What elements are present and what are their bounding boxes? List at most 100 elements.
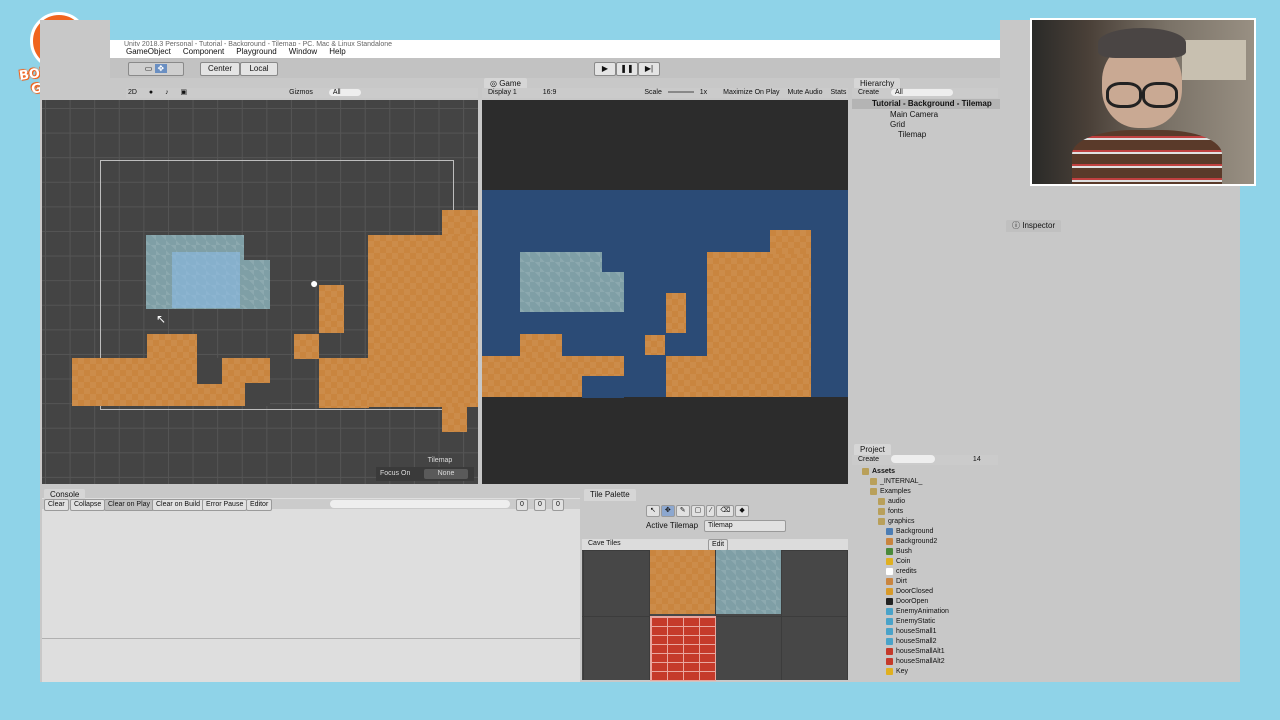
- menu-component[interactable]: Component: [183, 46, 224, 58]
- project-item[interactable]: houseSmall2: [886, 638, 936, 645]
- project-item-assets[interactable]: Assets: [862, 468, 895, 475]
- hierarchy-search[interactable]: All: [890, 89, 953, 96]
- project-item[interactable]: EnemyStatic: [886, 618, 935, 625]
- hierarchy-create-button[interactable]: Create: [858, 89, 879, 96]
- console-warning-count[interactable]: 0: [534, 499, 546, 511]
- palette-dirt-tile[interactable]: [650, 550, 715, 614]
- pivot-local-button[interactable]: Local: [240, 62, 278, 76]
- transform-tools[interactable]: ▭ ✥: [128, 62, 184, 76]
- pause-button[interactable]: ❚❚: [616, 62, 638, 76]
- rect-tool-icon[interactable]: ▭: [145, 64, 153, 73]
- tab-inspector[interactable]: ⓘ Inspector: [1006, 220, 1062, 232]
- console-editor-dropdown[interactable]: Editor: [246, 499, 273, 511]
- project-item-label: audio: [888, 498, 906, 505]
- audio-icon[interactable]: ♪: [165, 89, 169, 96]
- project-item[interactable]: DoorOpen: [886, 598, 928, 605]
- move-tool-icon[interactable]: ✥: [660, 505, 675, 517]
- sprite-icon: [886, 638, 893, 645]
- palette-ice-tile[interactable]: [716, 550, 781, 614]
- game-dirt-tile: [666, 356, 708, 397]
- hierarchy-item-grid[interactable]: Grid: [890, 120, 905, 129]
- project-item-label: Dirt: [896, 578, 907, 585]
- project-item[interactable]: Background2: [886, 538, 937, 545]
- effects-icon[interactable]: ▣: [181, 89, 188, 96]
- tilemap-label: Tilemap: [427, 457, 453, 464]
- box-fill-tool-icon[interactable]: ▢: [690, 505, 706, 517]
- console-error-pause-button[interactable]: Error Pause: [202, 499, 248, 511]
- project-item[interactable]: Dirt: [886, 578, 907, 585]
- project-item[interactable]: graphics: [878, 518, 914, 525]
- scale-slider[interactable]: [667, 91, 694, 94]
- lighting-icon[interactable]: ●: [149, 89, 153, 96]
- project-search[interactable]: [890, 455, 935, 464]
- mute-audio-toggle[interactable]: Mute Audio: [787, 89, 822, 96]
- project-item-label: EnemyAnimation: [896, 608, 949, 615]
- console-error-count[interactable]: 0: [552, 499, 564, 511]
- scene-view[interactable]: ● ↖ Tilemap Focus On None: [42, 100, 478, 484]
- picker-tool-icon[interactable]: ⁄: [706, 505, 716, 517]
- fill-tool-icon[interactable]: ◆: [735, 505, 749, 517]
- menu-gameobject[interactable]: GameObject: [126, 46, 171, 58]
- scene-search[interactable]: All: [328, 89, 361, 96]
- select-tool-icon[interactable]: ↖: [646, 505, 660, 517]
- menu-help[interactable]: Help: [329, 46, 345, 58]
- project-toolbar: Create 14: [852, 455, 998, 465]
- console-clear-button[interactable]: Clear: [44, 499, 69, 511]
- game-view[interactable]: [482, 100, 848, 484]
- 2d-toggle[interactable]: 2D: [128, 89, 137, 96]
- sprite-icon: [886, 558, 893, 565]
- eraser-tool-icon[interactable]: ⌫: [716, 505, 735, 517]
- display-dropdown[interactable]: Display 1: [488, 89, 517, 96]
- project-item[interactable]: DoorClosed: [886, 588, 933, 595]
- project-item[interactable]: _INTERNAL_: [870, 478, 922, 485]
- project-item[interactable]: credits: [886, 568, 917, 575]
- project-item[interactable]: fonts: [878, 508, 903, 515]
- play-button[interactable]: ▶: [594, 62, 616, 76]
- palette-dropdown[interactable]: Cave Tiles: [588, 540, 621, 547]
- console-clear-on-build-button[interactable]: Clear on Build: [152, 499, 204, 511]
- aspect-dropdown[interactable]: 16:9: [543, 89, 557, 96]
- console-search[interactable]: [330, 500, 510, 508]
- camera-gizmo-icon[interactable]: ●: [310, 275, 318, 291]
- menu-playground[interactable]: Playground: [236, 46, 276, 58]
- console-collapse-button[interactable]: Collapse: [70, 499, 106, 511]
- sprite-icon: [886, 668, 893, 675]
- sprite-icon: [886, 628, 893, 635]
- project-item[interactable]: audio: [878, 498, 905, 505]
- hierarchy-item-main-camera[interactable]: Main Camera: [890, 110, 938, 119]
- folder-icon: [870, 478, 877, 485]
- paint-tool-icon[interactable]: ✎: [675, 505, 690, 517]
- project-item[interactable]: houseSmallAlt2: [886, 658, 945, 665]
- project-create-button[interactable]: Create: [858, 456, 879, 463]
- project-item[interactable]: houseSmallAlt1: [886, 648, 945, 655]
- palette-brick-tile[interactable]: [650, 616, 716, 681]
- gizmos-dropdown[interactable]: Gizmos: [289, 89, 313, 96]
- scene-row[interactable]: Tutorial - Background - Tilemap: [852, 99, 1000, 109]
- project-item[interactable]: houseSmall1: [886, 628, 936, 635]
- project-item[interactable]: EnemyAnimation: [886, 608, 949, 615]
- project-item-label: Background: [896, 528, 934, 535]
- project-item[interactable]: Coin: [886, 558, 910, 565]
- menu-window[interactable]: Window: [289, 46, 317, 58]
- step-button[interactable]: ▶|: [638, 62, 660, 76]
- focus-on-dropdown[interactable]: None: [424, 469, 468, 479]
- tilemap-focus-overlay: Focus On None: [376, 467, 474, 481]
- scene-name: Tutorial - Background - Tilemap: [872, 99, 992, 108]
- project-item[interactable]: Bush: [886, 548, 912, 555]
- hierarchy-item-tilemap[interactable]: Tilemap: [898, 130, 926, 139]
- active-tilemap-dropdown[interactable]: Tilemap: [704, 520, 786, 532]
- scene-gap: [245, 383, 270, 406]
- project-item[interactable]: Examples: [870, 488, 911, 495]
- transform-tool-icon[interactable]: ✥: [154, 64, 168, 73]
- scene-dirt-tile: [294, 334, 319, 359]
- project-item[interactable]: Background: [886, 528, 933, 535]
- person-shirt: [1072, 130, 1222, 184]
- console-clear-on-play-button[interactable]: Clear on Play: [104, 499, 155, 511]
- console-log-count[interactable]: 0: [516, 499, 528, 511]
- pivot-center-button[interactable]: Center: [200, 62, 240, 76]
- project-item[interactable]: Key: [886, 668, 908, 675]
- stats-toggle[interactable]: Stats: [830, 89, 846, 96]
- active-tilemap-label: Active Tilemap: [646, 521, 699, 530]
- maximize-on-play-toggle[interactable]: Maximize On Play: [723, 89, 779, 96]
- tab-tile-palette[interactable]: Tile Palette: [584, 489, 636, 501]
